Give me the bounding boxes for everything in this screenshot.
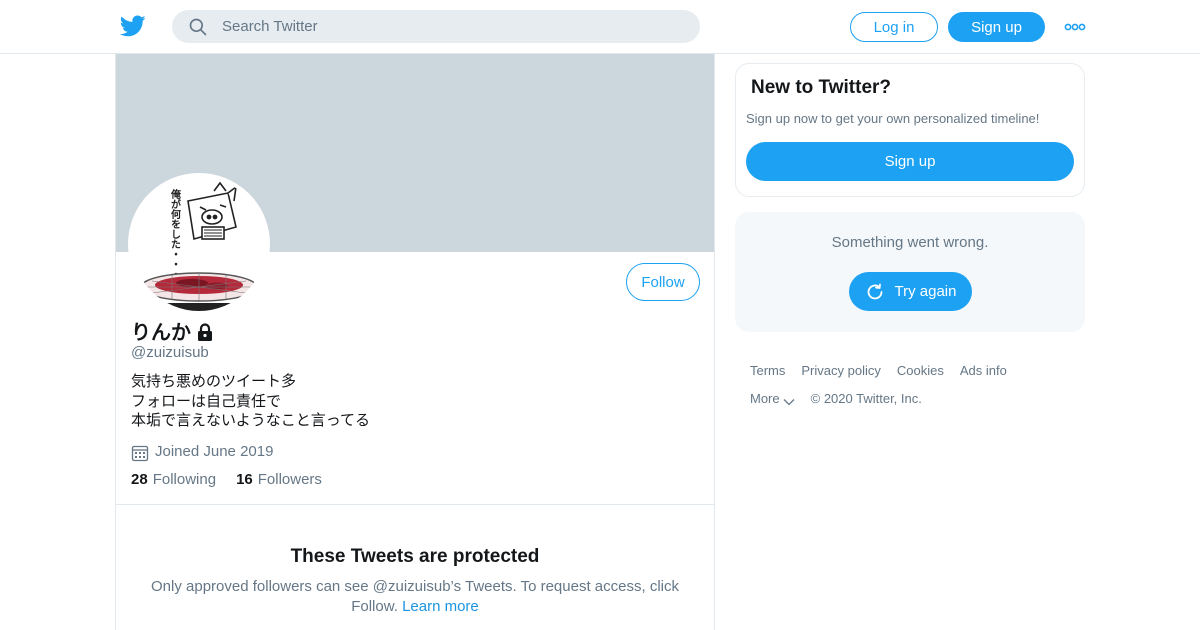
twitter-bird-icon[interactable] (120, 13, 146, 39)
footer-more-button[interactable]: More (750, 391, 795, 406)
footer-links: Terms Privacy policy Cookies Ads info (750, 363, 1007, 378)
profile-stats: 28 Following 16 Followers (131, 471, 322, 488)
bio-line: フォローは自己責任で (131, 391, 282, 410)
followers-label: Followers (257, 471, 322, 488)
profile-column: 俺が何をした・・・ Follow りんか @zuizuisub 気持ち悪めのツイ… (115, 54, 715, 630)
copyright-text: © 2020 Twitter, Inc. (810, 391, 922, 406)
try-again-label: Try again (894, 283, 957, 300)
footer-more-label: More (750, 391, 780, 406)
try-again-button[interactable]: Try again (849, 272, 972, 311)
signup-card-text: Sign up now to get your own personalized… (746, 111, 1040, 126)
avatar-illustration: 俺が何をした・・・ (132, 177, 266, 311)
search-input[interactable] (222, 10, 682, 43)
divider (116, 504, 714, 505)
footer: Terms Privacy policy Cookies Ads info Mo… (750, 363, 1007, 406)
profile-handle[interactable]: @zuizuisub (131, 344, 209, 361)
signup-button[interactable]: Sign up (948, 12, 1045, 42)
footer-link-privacy[interactable]: Privacy policy (801, 363, 880, 378)
search-bar[interactable] (172, 10, 700, 43)
joined-text: Joined June 2019 (155, 442, 274, 460)
bio-line: 気持ち悪めのツイート多 (131, 372, 297, 390)
protected-title: These Tweets are protected (290, 546, 540, 567)
footer-link-cookies[interactable]: Cookies (897, 363, 944, 378)
error-message: Something went wrong. (831, 234, 989, 251)
signup-card-title: New to Twitter? (751, 77, 892, 98)
search-icon (189, 18, 207, 36)
following-label: Following (152, 471, 217, 488)
learn-more-link[interactable]: Learn more (402, 598, 479, 615)
protected-message: Only approved followers can see @zuizuis… (136, 577, 694, 616)
refresh-icon (867, 283, 882, 299)
chevron-down-icon (783, 398, 795, 405)
top-navigation-bar: Log in Sign up (0, 0, 1200, 54)
followers-stat[interactable]: 16 Followers (236, 471, 322, 488)
following-stat[interactable]: 28 Following (131, 471, 216, 488)
more-options-icon[interactable] (1064, 18, 1086, 36)
joined-date: Joined June 2019 (131, 440, 273, 462)
follow-button[interactable]: Follow (626, 263, 700, 301)
lock-icon (198, 322, 212, 341)
footer-link-ads-info[interactable]: Ads info (960, 363, 1007, 378)
display-name-text: りんか (131, 320, 191, 344)
login-button[interactable]: Log in (850, 12, 938, 42)
signup-card-button[interactable]: Sign up (746, 142, 1074, 181)
profile-bio: 気持ち悪めのツイート多 フォローは自己責任で 本垢で言えないようなこと言ってる (131, 372, 370, 431)
followers-count: 16 (236, 471, 253, 488)
calendar-icon (131, 445, 149, 462)
signup-card: New to Twitter? Sign up now to get your … (735, 63, 1085, 197)
error-card: Something went wrong. Try again (735, 212, 1085, 332)
footer-link-terms[interactable]: Terms (750, 363, 785, 378)
following-count: 28 (131, 471, 148, 488)
avatar[interactable]: 俺が何をした・・・ (128, 173, 270, 315)
footer-secondary: More © 2020 Twitter, Inc. (750, 391, 1007, 406)
bio-line: 本垢で言えないようなこと言ってる (131, 411, 370, 429)
profile-display-name: りんか (131, 316, 215, 345)
